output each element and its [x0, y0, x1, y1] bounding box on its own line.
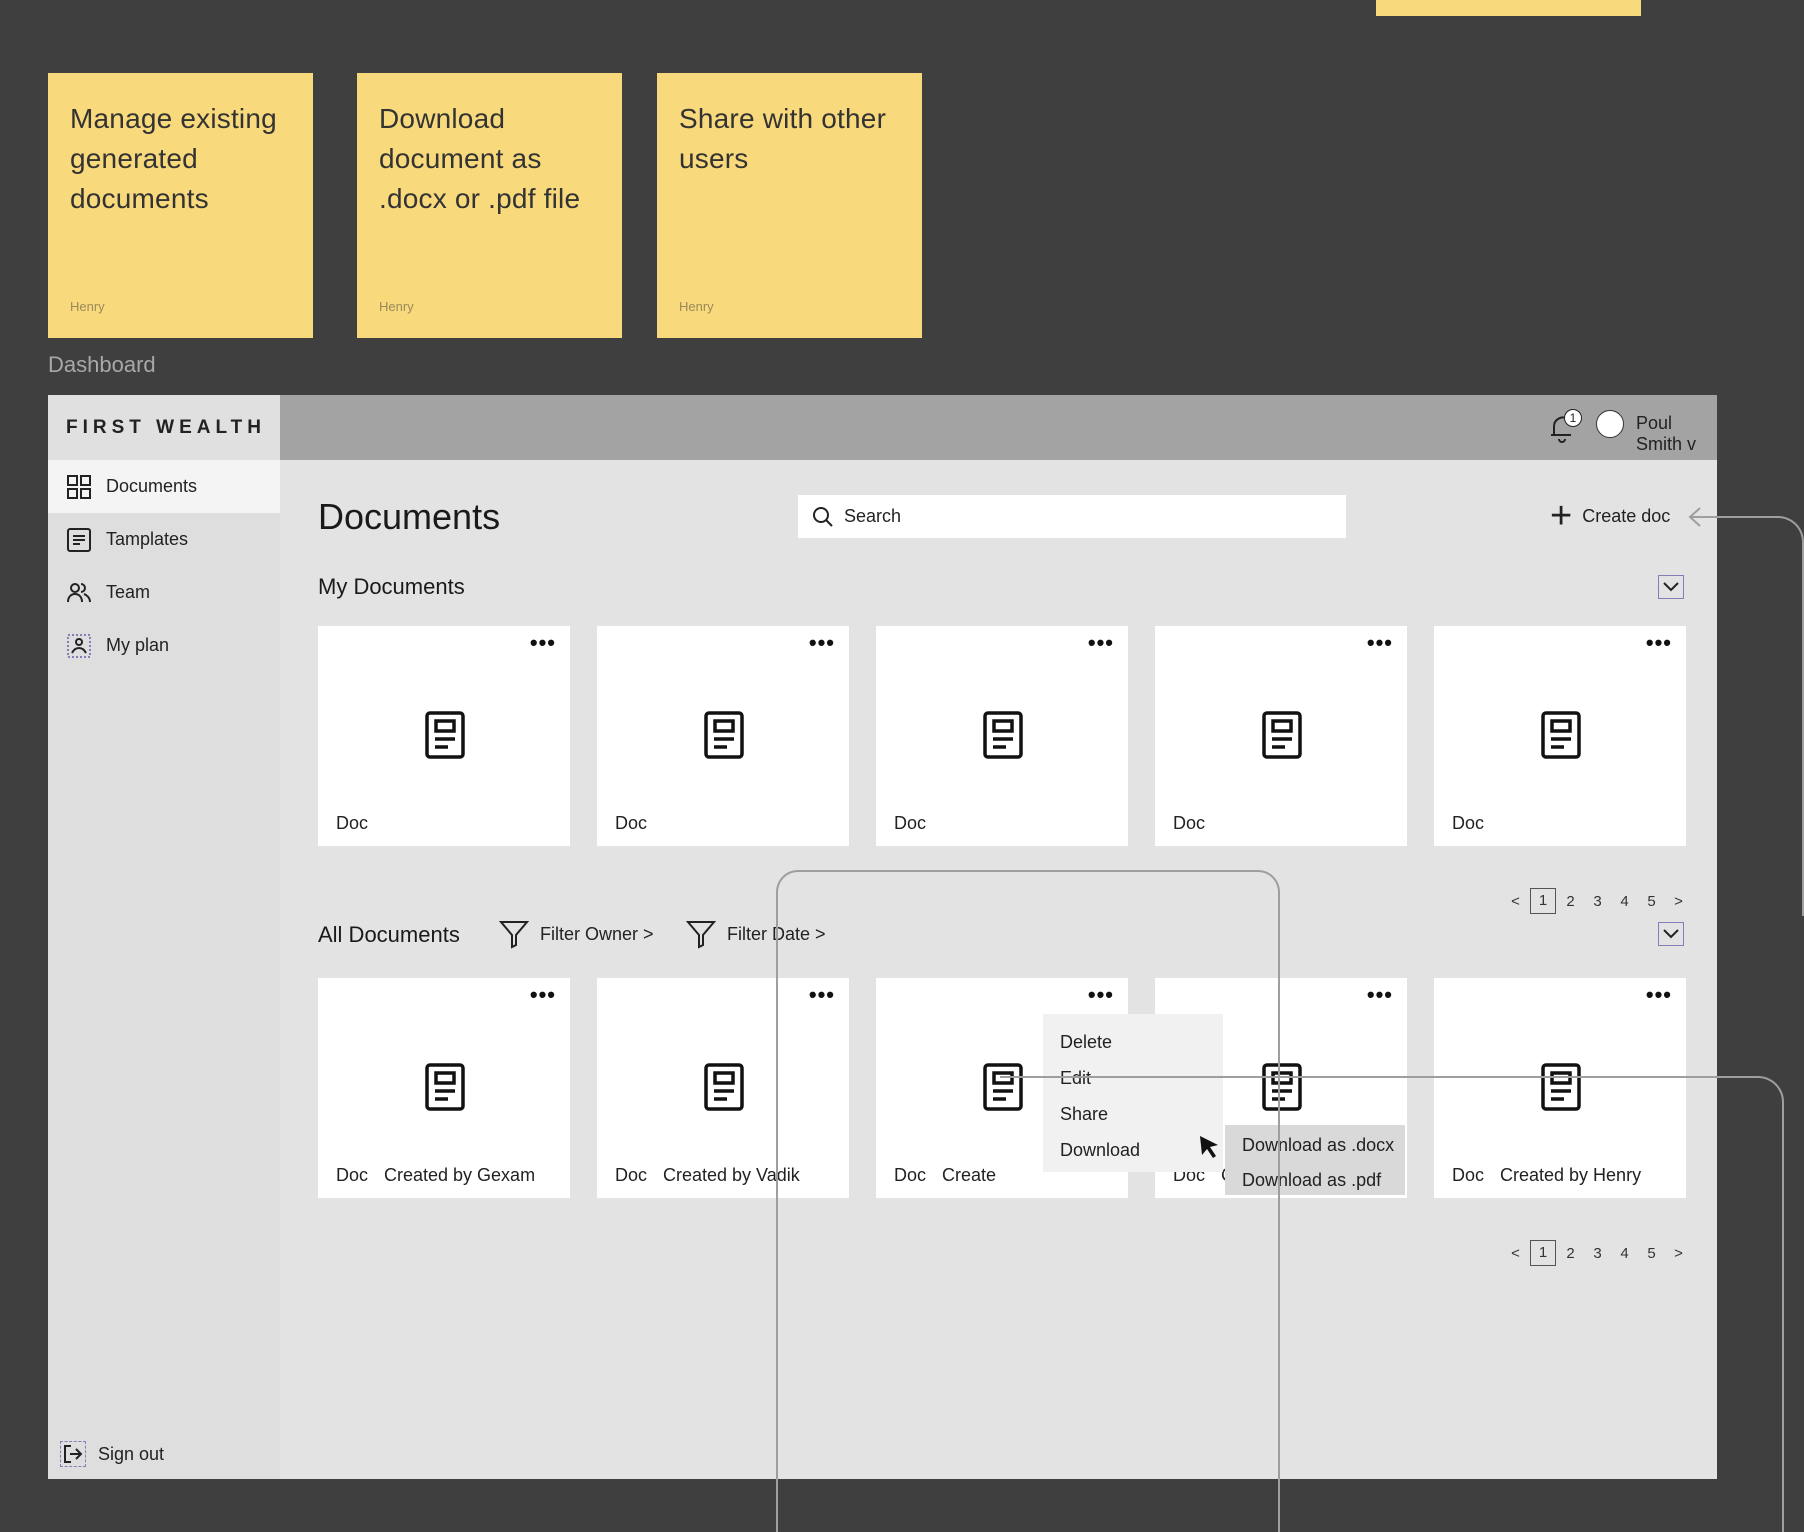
document-name: Doc: [615, 1165, 648, 1185]
sign-out-button[interactable]: Sign out: [60, 1441, 164, 1467]
template-icon: [66, 527, 92, 553]
filter-owner-label: Filter Owner >: [540, 923, 654, 944]
document-icon: [424, 710, 466, 765]
sidebar-item-label: Documents: [106, 476, 198, 496]
more-options-button[interactable]: •••: [1367, 984, 1393, 1006]
document-card[interactable]: ••• Doc: [876, 626, 1128, 846]
filter-icon: [498, 921, 530, 949]
next-page-button[interactable]: >: [1665, 893, 1692, 910]
all-documents-title: All Documents: [318, 922, 460, 947]
collapse-my-documents-button[interactable]: [1658, 575, 1684, 599]
plan-icon: [66, 633, 92, 659]
sticky-note-text: Share with other users: [679, 103, 887, 174]
document-owner: Created by Gexam: [384, 1165, 536, 1185]
sidebar-item-label: Team: [106, 582, 151, 602]
filter-owner-button[interactable]: Filter Owner >: [498, 918, 654, 950]
document-name: Doc: [1452, 813, 1485, 833]
more-options-button[interactable]: •••: [1367, 632, 1393, 654]
flow-connector: [1690, 516, 1804, 916]
document-icon: [1540, 710, 1582, 765]
sticky-note: Manage existing generated documents Henr…: [48, 73, 313, 338]
document-name: Doc: [336, 1165, 369, 1185]
frame-label: Dashboard: [48, 352, 156, 377]
more-options-button[interactable]: •••: [530, 632, 556, 654]
more-options-button[interactable]: •••: [1088, 632, 1114, 654]
sidebar-item-label: My plan: [106, 635, 170, 655]
document-name: Doc: [1173, 813, 1206, 833]
page-button[interactable]: 2: [1557, 893, 1584, 910]
document-name: Doc: [336, 813, 369, 833]
chevron-down-icon: [1663, 582, 1679, 592]
document-icon: [703, 710, 745, 765]
more-options-button[interactable]: •••: [1646, 632, 1672, 654]
prev-page-button[interactable]: <: [1502, 893, 1529, 910]
more-options-button[interactable]: •••: [1646, 984, 1672, 1006]
filter-icon: [685, 921, 717, 949]
sidebar-item-templates[interactable]: Tamplates: [48, 513, 280, 566]
sidebar-item-label: Tamplates: [106, 529, 189, 549]
sign-out-label: Sign out: [98, 1443, 165, 1464]
sticky-note-partial: [1376, 0, 1641, 16]
sign-out-icon: [60, 1441, 86, 1467]
collapse-all-documents-button[interactable]: [1658, 922, 1684, 946]
page-button[interactable]: 1: [1530, 888, 1556, 914]
sticky-note-author: Henry: [70, 299, 105, 314]
page-button[interactable]: 5: [1638, 893, 1665, 910]
more-options-button[interactable]: •••: [809, 632, 835, 654]
sticky-note-text: Download document as .docx or .pdf file: [379, 103, 581, 214]
document-card[interactable]: ••• Doc: [1434, 626, 1686, 846]
arrow-head-icon: [1688, 507, 1701, 527]
create-doc-label: Create doc: [1582, 505, 1671, 526]
user-menu[interactable]: Poul Smith v: [1636, 413, 1717, 455]
page-button[interactable]: 4: [1611, 893, 1638, 910]
sticky-note: Download document as .docx or .pdf file …: [357, 73, 622, 338]
chevron-down-icon: [1663, 929, 1679, 939]
team-icon: [66, 580, 92, 606]
search-placeholder: Search: [844, 506, 902, 526]
search-icon: [813, 506, 833, 527]
my-documents-pagination: < 1 2 3 4 5 >: [1502, 888, 1692, 914]
avatar[interactable]: [1596, 410, 1624, 438]
page-button[interactable]: 3: [1584, 893, 1611, 910]
top-bar: 1 Poul Smith v: [280, 395, 1717, 460]
document-name: Doc: [615, 813, 648, 833]
sticky-note: Share with other users Henry: [657, 73, 922, 338]
sidebar: FIRST WEALTH Documents Tamplates Team My…: [48, 395, 280, 1479]
more-options-button[interactable]: •••: [530, 984, 556, 1006]
document-name: Doc: [894, 813, 927, 833]
document-icon: [1261, 710, 1303, 765]
my-documents-title: My Documents: [318, 574, 465, 599]
page-title: Documents: [318, 496, 501, 537]
sticky-note-author: Henry: [679, 299, 714, 314]
document-icon: [703, 1062, 745, 1117]
sidebar-item-documents[interactable]: Documents: [48, 460, 280, 513]
plus-icon: +: [1550, 495, 1573, 537]
document-icon: [982, 710, 1024, 765]
document-card[interactable]: ••• Doc: [318, 626, 570, 846]
logo-bar: FIRST WEALTH: [48, 395, 280, 460]
sticky-note-author: Henry: [379, 299, 414, 314]
document-card[interactable]: ••• Doc: [597, 626, 849, 846]
document-card[interactable]: ••• Doc: [1155, 626, 1407, 846]
document-card[interactable]: ••• Doc Created by Gexam: [318, 978, 570, 1198]
grid-icon: [66, 474, 92, 500]
sticky-note-text: Manage existing generated documents: [70, 103, 277, 214]
sidebar-item-my-plan[interactable]: My plan: [48, 619, 280, 672]
notification-badge: 1: [1564, 409, 1582, 427]
notification-button[interactable]: 1: [1548, 409, 1582, 443]
sidebar-item-team[interactable]: Team: [48, 566, 280, 619]
flow-connector: [1000, 1076, 1784, 1532]
document-icon: [424, 1062, 466, 1117]
search-input[interactable]: Search: [798, 495, 1346, 538]
create-doc-button[interactable]: + Create doc: [1550, 497, 1670, 535]
logo: FIRST WEALTH: [66, 416, 267, 438]
